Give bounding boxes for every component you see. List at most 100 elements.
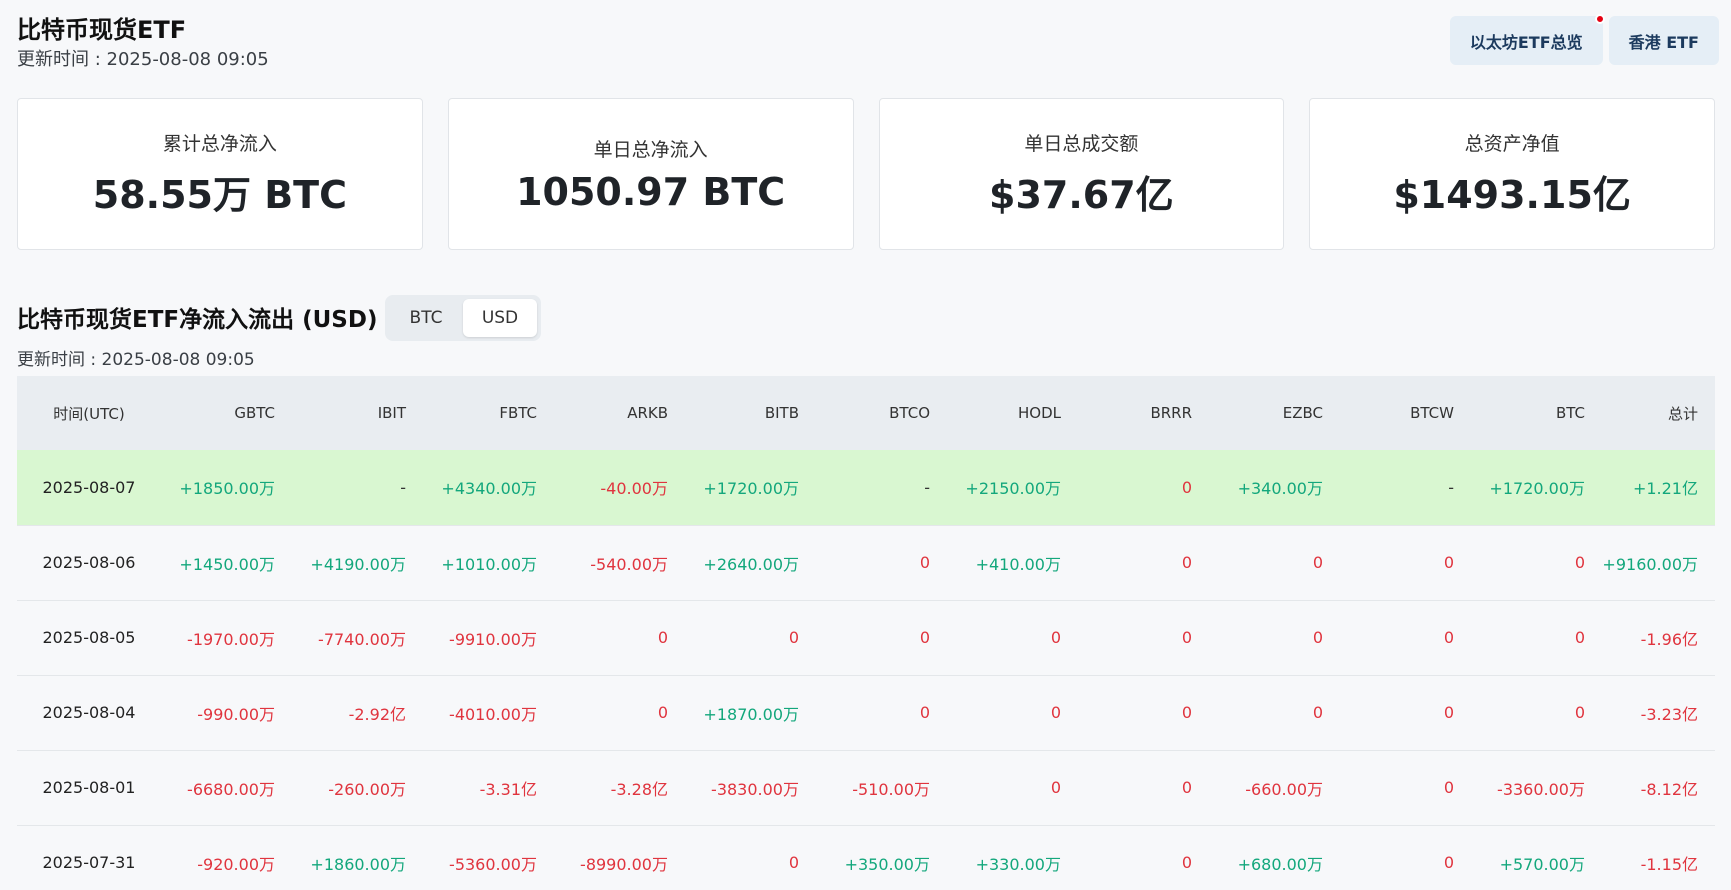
flow-cell: -1.15亿 — [1602, 825, 1715, 890]
flow-cell: 0 — [947, 750, 1078, 826]
notification-dot-icon — [1594, 14, 1605, 24]
column-header: BRRR — [1078, 376, 1209, 450]
date-cell: 2025-08-04 — [17, 675, 161, 751]
column-header: BTC — [1471, 376, 1602, 450]
stat-card-daily-inflow: 单日总净流入 1050.97 BTC — [447, 98, 854, 250]
flow-cell: 0 — [554, 675, 685, 751]
flow-cell: +1450.00万 — [161, 525, 292, 601]
flow-cell: 0 — [685, 600, 816, 676]
flow-cell: - — [292, 450, 423, 526]
flow-cell: -7740.00万 — [292, 600, 423, 676]
table-row: 2025-08-07 +1850.00万 - +4340.00万 -40.00万 +172… — [17, 450, 1715, 526]
flow-cell: 0 — [1078, 600, 1209, 676]
flow-cell: +1850.00万 — [161, 450, 292, 526]
flow-cell: +1.21亿 — [1602, 450, 1715, 526]
flow-cell: +340.00万 — [1209, 450, 1340, 526]
flow-cell: +4340.00万 — [423, 450, 554, 526]
flows-update-time: 更新时间 : 2025-08-08 09:05 — [17, 350, 255, 370]
flow-cell: +1720.00万 — [685, 450, 816, 526]
table-row: 2025-08-06 +1450.00万 +4190.00万 +1010.00万 -54… — [17, 525, 1715, 601]
flow-cell: -5360.00万 — [423, 825, 554, 890]
column-header: ARKB — [554, 376, 685, 450]
flow-cell: +2150.00万 — [947, 450, 1078, 526]
stat-value: $1493.15亿 — [1393, 173, 1631, 217]
flow-cell: -510.00万 — [816, 750, 947, 826]
flow-cell: +1010.00万 — [423, 525, 554, 601]
stat-value: 1050.97 BTC — [516, 169, 786, 214]
flow-cell: +350.00万 — [816, 825, 947, 890]
flow-cell: +330.00万 — [947, 825, 1078, 890]
stat-card-cumulative-inflow: 累计总净流入 58.55万 BTC — [17, 98, 423, 250]
flow-cell: 0 — [1471, 525, 1602, 601]
flow-cell: -40.00万 — [554, 450, 685, 526]
flow-cell: 0 — [1078, 675, 1209, 751]
flow-cell: 0 — [947, 675, 1078, 751]
flow-cell: -3.28亿 — [554, 750, 685, 826]
flow-cell: -6680.00万 — [161, 750, 292, 826]
flow-cell: - — [1340, 450, 1471, 526]
flow-cell: 0 — [816, 600, 947, 676]
flow-cell: +4190.00万 — [292, 525, 423, 601]
column-header: IBIT — [292, 376, 423, 450]
flow-cell: -3.31亿 — [423, 750, 554, 826]
flow-cell: -2.92亿 — [292, 675, 423, 751]
flow-cell: 0 — [1340, 750, 1471, 826]
flow-cell: +570.00万 — [1471, 825, 1602, 890]
flow-cell: +680.00万 — [1209, 825, 1340, 890]
hk-etf-label: 香港 ETF — [1628, 32, 1699, 52]
flow-cell: 0 — [1078, 525, 1209, 601]
flow-cell: 0 — [947, 600, 1078, 676]
etf-flows-table: 时间(UTC) GBTC IBIT FBTC ARKB BITB BTCO HODL BRRR E… — [17, 376, 1715, 890]
date-cell: 2025-08-06 — [17, 525, 161, 601]
stats-row: 累计总净流入 58.55万 BTC 单日总净流入 1050.97 BTC 单日总… — [17, 98, 1715, 250]
flow-cell: +1720.00万 — [1471, 450, 1602, 526]
flow-cell: -8990.00万 — [554, 825, 685, 890]
column-header: BTCW — [1340, 376, 1471, 450]
eth-etf-overview-button[interactable]: 以太坊ETF总览 — [1449, 14, 1605, 65]
column-header: HODL — [947, 376, 1078, 450]
stat-value: $37.67亿 — [989, 173, 1174, 217]
flow-cell: -9910.00万 — [423, 600, 554, 676]
flow-cell: -8.12亿 — [1602, 750, 1715, 826]
flow-cell: -1.96亿 — [1602, 600, 1715, 676]
table-header-row: 时间(UTC) GBTC IBIT FBTC ARKB BITB BTCO HODL BRRR E… — [17, 376, 1715, 450]
flow-cell: +1860.00万 — [292, 825, 423, 890]
stat-label: 总资产净值 — [1464, 133, 1560, 155]
date-cell: 2025-07-31 — [17, 825, 161, 890]
hk-etf-button[interactable]: 香港 ETF — [1608, 16, 1719, 65]
date-cell: 2025-08-01 — [17, 750, 161, 826]
date-cell: 2025-08-05 — [17, 600, 161, 676]
stat-label: 单日总净流入 — [593, 138, 708, 161]
column-header: GBTC — [161, 376, 292, 450]
column-header: 时间(UTC) — [17, 376, 161, 450]
flow-cell: +2640.00万 — [685, 525, 816, 601]
flow-cell: 0 — [1340, 600, 1471, 676]
flow-cell: 0 — [1078, 750, 1209, 826]
unit-toggle: BTC USD — [385, 295, 541, 341]
flow-cell: 0 — [685, 825, 816, 890]
flow-cell: 0 — [816, 525, 947, 601]
flow-cell: 0 — [1209, 525, 1340, 601]
stat-card-daily-volume: 单日总成交额 $37.67亿 — [878, 98, 1285, 250]
flow-cell: 0 — [816, 675, 947, 751]
unit-toggle-usd[interactable]: USD — [463, 299, 537, 337]
flows-title: 比特币现货ETF净流入流出 (USD) — [17, 307, 378, 333]
flow-cell: 0 — [1078, 450, 1209, 526]
flow-cell: -3830.00万 — [685, 750, 816, 826]
flow-cell: 0 — [1471, 675, 1602, 751]
flow-cell: -3.23亿 — [1602, 675, 1715, 751]
flow-cell: 0 — [1078, 825, 1209, 890]
table-row: 2025-08-05 -1970.00万 -7740.00万 -9910.00万 0 0 0… — [17, 600, 1715, 676]
table-row: 2025-08-04 -990.00万 -2.92亿 -4010.00万 0 +1870.… — [17, 675, 1715, 751]
flow-cell: 0 — [554, 600, 685, 676]
flow-cell: -540.00万 — [554, 525, 685, 601]
flow-cell: -920.00万 — [161, 825, 292, 890]
stat-label: 单日总成交额 — [1024, 133, 1139, 155]
column-header: BTCO — [816, 376, 947, 450]
flow-cell: -660.00万 — [1209, 750, 1340, 826]
flow-cell: 0 — [1209, 600, 1340, 676]
flow-cell: 0 — [1340, 825, 1471, 890]
flow-cell: 0 — [1340, 675, 1471, 751]
unit-toggle-btc[interactable]: BTC — [389, 299, 463, 337]
table-row: 2025-08-01 -6680.00万 -260.00万 -3.31亿 -3.28亿 -… — [17, 750, 1715, 826]
